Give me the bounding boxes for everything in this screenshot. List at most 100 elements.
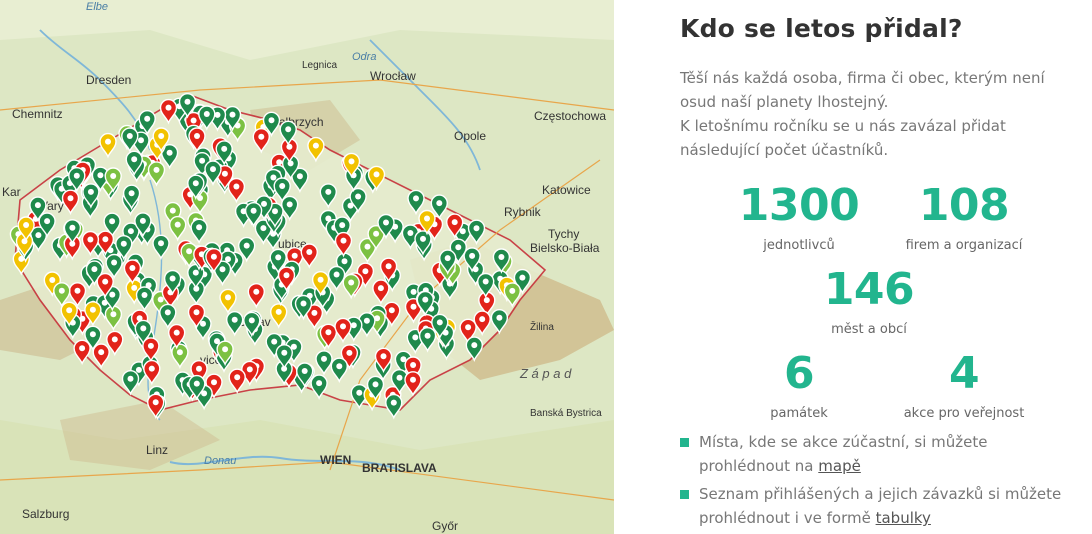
map-marker-dot xyxy=(291,252,298,259)
map-marker-dot xyxy=(98,349,105,356)
map-canvas[interactable]: Elbe Odra Legnica Wrocław Dresden Wałbrz… xyxy=(0,0,614,534)
map-marker-dot xyxy=(144,115,151,122)
map-marker-dot xyxy=(203,111,210,117)
map-marker-dot xyxy=(192,269,199,276)
map-marker-dot xyxy=(348,279,355,286)
label-linz: Linz xyxy=(146,443,168,457)
map-marker-dot xyxy=(363,317,370,324)
map-marker-dot xyxy=(221,170,228,177)
map-marker-dot xyxy=(380,353,387,360)
map-marker-dot xyxy=(67,195,74,202)
list-item: Seznam přihlášených a jejich závazků si … xyxy=(680,482,1080,530)
label-legnica: Legnica xyxy=(302,60,337,71)
map-marker-dot xyxy=(128,190,135,197)
map-marker-dot xyxy=(193,380,200,387)
map-marker-dot xyxy=(131,284,138,291)
map-marker-dot xyxy=(219,266,226,273)
intro-text: Těší nás každá osoba, firma či obec, kte… xyxy=(680,66,1080,162)
map-marker-dot xyxy=(196,365,202,372)
map-marker-dot xyxy=(169,275,176,282)
map-marker-dot xyxy=(111,259,118,266)
map-marker-dot xyxy=(339,222,346,229)
stat-value: 4 xyxy=(948,348,980,399)
intro-line: osud naší planety lhostejný. xyxy=(680,93,889,111)
map-marker-dot xyxy=(148,365,155,372)
map-marker-dot xyxy=(355,193,362,200)
map-marker-dot xyxy=(407,230,414,236)
label-bratislava: BRATISLAVA xyxy=(362,461,437,475)
map-marker-dot xyxy=(373,171,380,178)
map-marker-dot xyxy=(346,349,353,356)
map-marker-dot xyxy=(383,219,389,226)
map-marker-dot xyxy=(139,217,146,224)
stat-individuals: 1300 jednotlivců xyxy=(734,182,864,254)
label-chemnitz: Chemnitz xyxy=(12,107,63,121)
map-marker-dot xyxy=(165,104,172,111)
stat-monuments: 6 památek xyxy=(744,350,854,422)
map-marker-dot xyxy=(250,207,257,214)
map-marker-dot xyxy=(248,317,255,324)
map-marker-dot xyxy=(348,158,355,165)
map-marker-dot xyxy=(97,172,104,179)
map-marker-dot xyxy=(336,363,343,370)
map-marker-dot xyxy=(210,253,217,260)
map-marker-dot xyxy=(455,244,462,251)
label-zilina: Žilina xyxy=(530,320,554,333)
map-link[interactable]: mapě xyxy=(818,457,861,475)
table-link[interactable]: tabulky xyxy=(876,509,931,527)
map-marker-dot xyxy=(364,243,371,250)
map-marker-dot xyxy=(126,133,133,139)
map-marker-dot xyxy=(296,173,303,180)
map-marker-dot xyxy=(286,143,293,150)
map-marker-dot xyxy=(258,133,265,140)
stat-label: památek xyxy=(770,406,828,421)
label-elbe: Elbe xyxy=(86,1,108,13)
map-marker-dot xyxy=(276,159,283,166)
bullet-square-icon xyxy=(680,438,689,447)
map-marker-dot xyxy=(23,222,30,228)
map-marker-dot xyxy=(281,349,288,356)
map-marker-dot xyxy=(243,242,250,249)
map-marker-dot xyxy=(473,225,480,232)
map-marker-dot xyxy=(120,240,127,247)
map-marker-dot xyxy=(131,156,138,163)
map-marker-dot xyxy=(231,316,238,323)
map-marker-dot xyxy=(157,296,164,303)
map-marker-dot xyxy=(483,297,490,304)
map-marker-dot xyxy=(413,195,419,202)
map-marker-dot xyxy=(173,329,180,336)
map-marker-dot xyxy=(410,303,417,310)
map-marker-dot xyxy=(316,380,323,387)
map-marker-dot xyxy=(286,201,293,208)
map-marker-dot xyxy=(312,142,319,149)
map-marker-dot xyxy=(356,389,363,396)
label-tychy: Tychy xyxy=(548,227,579,241)
map-marker-dot xyxy=(140,325,147,332)
intro-line: Těší nás každá osoba, firma či obec, kte… xyxy=(680,69,1045,87)
map-marker-dot xyxy=(469,252,476,259)
label-wroclaw: Wrocław xyxy=(370,69,416,83)
map-marker-dot xyxy=(283,272,290,279)
map-marker-dot xyxy=(372,381,379,388)
map-marker-dot xyxy=(194,133,200,139)
map-panel[interactable]: Elbe Odra Legnica Wrocław Dresden Wałbrz… xyxy=(0,0,614,534)
label-karlovy-vary-a: Kar xyxy=(2,185,21,199)
page-title: Kdo se letos přidal? xyxy=(680,14,963,43)
map-marker-dot xyxy=(141,292,148,298)
map-marker-dot xyxy=(340,237,347,244)
map-marker-dot xyxy=(285,126,292,133)
label-gyor: Győr xyxy=(432,519,458,533)
map-marker-dot xyxy=(229,111,236,118)
map-marker-dot xyxy=(164,309,171,316)
info-links-list: Místa, kde se akce zúčastní, si můžete p… xyxy=(680,430,1080,534)
map-marker-dot xyxy=(509,287,516,294)
list-item: Místa, kde se akce zúčastní, si můžete p… xyxy=(680,430,1080,478)
label-dresden: Dresden xyxy=(86,73,131,87)
stat-value: 108 xyxy=(918,180,1010,231)
map-marker-dot xyxy=(272,208,278,215)
label-donau: Donau xyxy=(204,455,236,467)
map-marker-dot xyxy=(465,324,472,331)
map-marker-dot xyxy=(325,329,332,336)
map-marker-dot xyxy=(184,98,191,105)
map-marker-dot xyxy=(158,133,165,139)
